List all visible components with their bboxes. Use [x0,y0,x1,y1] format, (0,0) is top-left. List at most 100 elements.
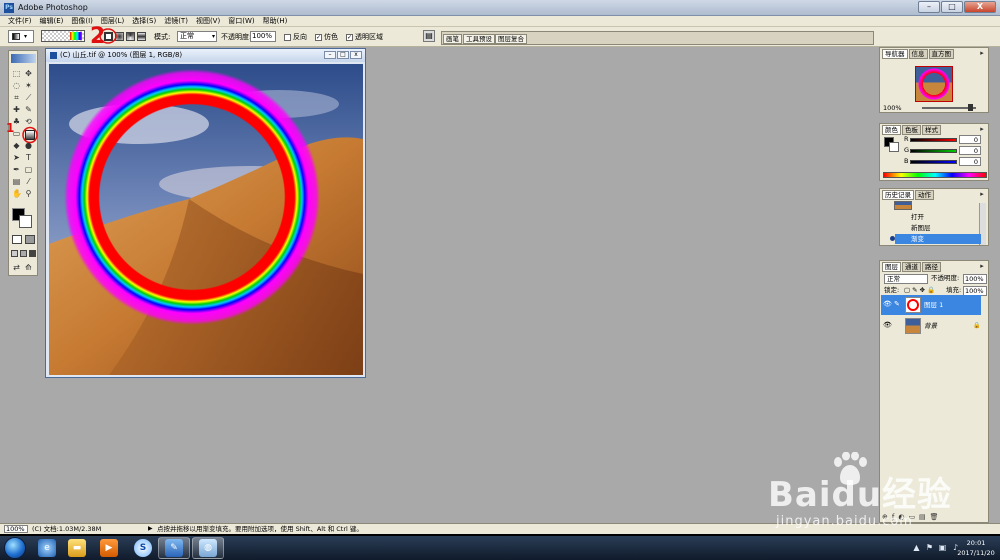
document-window[interactable]: (C) 山丘.tif @ 100% (图层 1, RGB/8) – □ x [45,48,366,378]
color-bg-swatch[interactable] [889,142,899,152]
hand-tool-icon[interactable]: ✋ [12,189,22,198]
angle-gradient-button[interactable] [126,32,135,41]
tool-preset-picker[interactable]: ▾ [8,30,34,43]
healing-brush-tool-icon[interactable]: ✚ [12,105,21,114]
marquee-tool-icon[interactable]: ⬚ [12,69,21,78]
close-button[interactable]: X [964,1,996,13]
panel-menu-icon[interactable]: ▸ [978,190,986,198]
imageready-icon[interactable]: ⟰ [24,263,33,272]
pen-tool-icon[interactable]: ✒ [12,165,21,174]
crop-tool-icon[interactable]: ⌗ [12,93,21,102]
lasso-tool-icon[interactable]: ◌ [12,81,21,90]
reflected-gradient-button[interactable] [137,32,146,41]
menu-window[interactable]: 窗口(W) [228,16,254,26]
transparency-option[interactable]: ✓ 透明区域 [346,31,383,43]
status-zoom[interactable]: 100% [4,525,28,533]
channel-g-slider[interactable] [910,149,957,153]
channel-b-slider[interactable] [910,160,957,164]
screen-mode-menu-icon[interactable] [20,250,27,257]
eyedropper-tool-icon[interactable]: ⁄ [24,177,33,186]
menu-file[interactable]: 文件(F) [8,16,32,26]
monitor-icon[interactable]: ▣ [938,543,947,552]
navigator-zoom-value[interactable]: 100% [883,104,902,113]
tab-swatches[interactable]: 色板 [902,125,921,135]
reverse-option[interactable]: 反向 [284,31,307,43]
navigator-thumbnail[interactable] [915,66,953,102]
layer-row-selected[interactable]: 👁 ✎ 图层 1 [881,295,981,315]
notes-tool-icon[interactable]: ▤ [12,177,21,186]
start-button[interactable] [4,537,26,559]
eye-icon[interactable]: 👁 [883,301,892,308]
reverse-checkbox[interactable] [284,33,291,41]
well-tab-tool-presets[interactable]: 工具预设 [463,34,495,44]
panel-menu-icon[interactable]: ▸ [978,125,986,133]
panel-menu-icon[interactable]: ▸ [978,262,986,270]
well-tab-brushes[interactable]: 画笔 [443,34,462,44]
lock-icons[interactable]: ▢✎✥🔒 [904,286,937,295]
background-color-swatch[interactable] [19,215,32,228]
color-ramp[interactable] [883,172,987,178]
blend-mode-select[interactable]: 正常 [884,274,928,284]
palette-well-icon[interactable]: ▤ [423,30,435,42]
well-tab-layer-comps[interactable]: 图层复合 [495,34,527,44]
opacity-input[interactable]: 100% [250,31,276,42]
tab-paths[interactable]: 路径 [922,262,941,272]
media-player-icon[interactable]: ▶ [100,539,118,557]
tab-channels[interactable]: 通道 [902,262,921,272]
sogou-icon[interactable]: S [134,539,152,557]
channel-r-input[interactable]: 0 [959,135,981,144]
history-item[interactable]: 打开 [895,212,981,222]
layer-opacity-input[interactable]: 100% [963,274,987,284]
network-icon[interactable]: ▲ [912,543,921,552]
eye-icon[interactable]: 👁 [883,322,892,329]
brush-tool-icon[interactable]: ✎ [24,105,33,114]
gradient-picker[interactable] [41,30,85,42]
history-item[interactable]: 新图层 [895,223,981,233]
type-tool-icon[interactable]: T [24,153,33,162]
tab-histogram[interactable]: 直方图 [928,49,954,59]
transparency-checkbox[interactable]: ✓ [346,33,353,41]
explorer-icon[interactable]: ▬ [68,539,86,557]
doc-close-button[interactable]: x [350,51,362,59]
tab-color[interactable]: 颜色 [882,125,901,135]
menu-edit[interactable]: 编辑(E) [40,16,64,26]
layer-row[interactable]: 👁 背景 🔒 [881,316,981,336]
jump-to-imageready-icon[interactable]: ⇄ [12,263,21,272]
menu-help[interactable]: 帮助(H) [263,16,288,26]
history-item-selected[interactable]: 渐变 [895,234,981,244]
doc-minimize-button[interactable]: – [324,51,336,59]
move-tool-icon[interactable]: ✥ [24,69,33,78]
screen-mode-full-icon[interactable] [29,250,36,257]
tab-info[interactable]: 信息 [908,49,928,59]
channel-g-input[interactable]: 0 [959,146,981,155]
navigator-zoom-handle[interactable] [968,104,973,111]
channel-r-slider[interactable] [910,138,957,142]
tab-actions[interactable]: 动作 [915,190,934,200]
clock[interactable]: 20:01 2017/11/20 [956,538,996,558]
screen-mode-standard-icon[interactable] [11,250,18,257]
dither-option[interactable]: ✓ 仿色 [315,31,338,43]
path-selection-tool-icon[interactable]: ➤ [12,153,21,162]
standard-mode-icon[interactable] [12,235,22,244]
slice-tool-icon[interactable]: ⟋ [24,93,33,102]
history-snapshot-thumbnail[interactable] [894,201,912,210]
dodge-tool-icon[interactable]: ● [24,141,33,150]
flag-icon[interactable]: ⚑ [925,543,934,552]
ie-icon[interactable]: e [38,539,56,557]
panel-menu-icon[interactable]: ▸ [978,49,986,57]
zoom-tool-icon[interactable]: ⚲ [24,189,33,198]
tab-layers[interactable]: 图层 [882,262,901,272]
channel-b-input[interactable]: 0 [959,157,981,166]
menu-view[interactable]: 视图(V) [196,16,220,26]
shape-tool-icon[interactable]: ▢ [24,165,33,174]
maximize-button[interactable]: □ [941,1,963,13]
menu-filter[interactable]: 滤镜(T) [164,16,188,26]
doc-maximize-button[interactable]: □ [337,51,349,59]
history-brush-tool-icon[interactable]: ⟲ [24,117,33,126]
magic-wand-tool-icon[interactable]: ✶ [24,81,33,90]
menu-select[interactable]: 选择(S) [132,16,156,26]
tab-navigator[interactable]: 导航器 [882,49,908,59]
quick-mask-mode-icon[interactable] [25,235,35,244]
tab-history[interactable]: 历史记录 [882,190,914,200]
play-icon[interactable]: ▶ [148,524,153,534]
